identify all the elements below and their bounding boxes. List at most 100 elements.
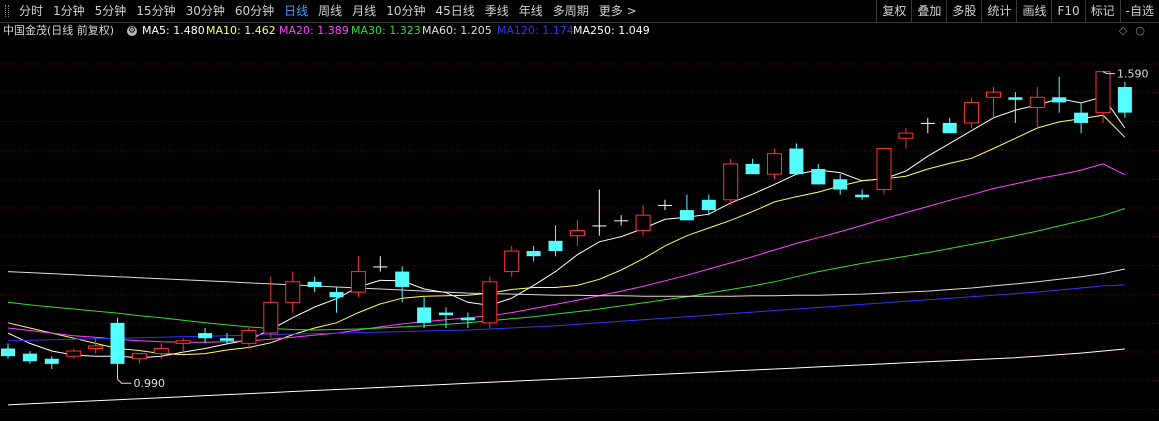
candle: [898, 128, 914, 149]
tab-period-13[interactable]: 多周期: [548, 0, 594, 22]
candle-body: [658, 204, 672, 206]
candle: [373, 256, 388, 272]
indicator-info-bar: 中国金茂(日线 前复权) ⚙ MA5: 1.480 MA10: 1.462 MA20…: [0, 23, 1159, 39]
tab-period-7[interactable]: 周线: [313, 0, 347, 22]
window-icons[interactable]: ◇○: [1119, 23, 1153, 39]
toolbar-grip-icon[interactable]: [0, 0, 14, 22]
candle-body: [526, 251, 541, 257]
ma-line-ma60: [7, 268, 1126, 297]
candle: [569, 220, 585, 246]
candle: [44, 356, 59, 369]
candle: [592, 189, 607, 236]
candle: [285, 271, 301, 313]
function-button-5[interactable]: F10: [1051, 0, 1084, 22]
function-button-7[interactable]: -自选: [1119, 0, 1159, 22]
tab-period-4[interactable]: 30分钟: [181, 0, 230, 22]
kline-chart[interactable]: 1.590 0.990: [0, 40, 1159, 421]
candle-body: [198, 333, 213, 339]
candle-body: [964, 101, 980, 124]
candle: [198, 327, 213, 344]
candle-body: [876, 148, 892, 191]
candle: [1008, 92, 1023, 123]
candle: [548, 225, 563, 257]
candle: [679, 194, 694, 221]
candle-body: [898, 132, 914, 139]
circle-icon[interactable]: ○: [1135, 24, 1153, 37]
stock-title: 中国金茂(日线 前复权): [3, 24, 115, 37]
candle-body: [220, 338, 234, 341]
candle-body: [263, 301, 279, 334]
tab-period-12[interactable]: 年线: [514, 0, 548, 22]
tab-period-8[interactable]: 月线: [347, 0, 381, 22]
function-button-6[interactable]: 标记: [1084, 0, 1120, 22]
candle: [350, 256, 366, 298]
diamond-icon[interactable]: ◇: [1119, 24, 1135, 37]
function-button-4[interactable]: 画线: [1016, 0, 1051, 22]
candle-body: [66, 350, 82, 357]
tab-period-0[interactable]: 分时: [14, 0, 48, 22]
candle-body: [833, 179, 848, 190]
ma-line-ma30: [7, 208, 1126, 331]
candle: [723, 158, 739, 205]
tab-period-9[interactable]: 10分钟: [381, 0, 430, 22]
candle-body: [811, 169, 826, 185]
candle-body: [460, 317, 475, 321]
indicator-settings-icon[interactable]: ⚙: [127, 26, 137, 36]
candle: [811, 163, 826, 185]
tab-period-2[interactable]: 5分钟: [90, 0, 132, 22]
candle-body: [745, 163, 760, 175]
candle-body: [986, 91, 1001, 98]
candle-body: [417, 307, 432, 323]
ma-line-ma20: [7, 163, 1126, 343]
candle: [1095, 71, 1111, 123]
function-button-2[interactable]: 多股: [946, 0, 981, 22]
candle: [833, 174, 848, 195]
candle: [482, 276, 498, 328]
tab-period-1[interactable]: 1分钟: [48, 0, 90, 22]
tab-period-5[interactable]: 60分钟: [230, 0, 279, 22]
candle: [920, 117, 935, 134]
candle-body: [592, 225, 607, 227]
ma-label-0: MA5: 1.480: [142, 24, 205, 37]
candle-body: [110, 322, 125, 364]
candle: [504, 245, 520, 277]
ma-line-ma10: [7, 114, 1126, 356]
candle-body: [88, 345, 104, 349]
candle-body: [1095, 71, 1111, 114]
ma-label-1: MA10: 1.462: [206, 24, 276, 37]
candle: [1, 343, 15, 359]
candle-body: [723, 163, 739, 201]
candle-body: [22, 353, 37, 362]
function-button-1[interactable]: 叠加: [911, 0, 946, 22]
tab-period-11[interactable]: 季线: [480, 0, 514, 22]
candle: [241, 327, 257, 349]
candle: [658, 199, 672, 211]
candle: [88, 338, 104, 354]
tab-period-14[interactable]: 更多 >: [594, 0, 642, 22]
candle: [942, 117, 957, 134]
candle-body: [1, 348, 15, 357]
candle-body: [1117, 87, 1132, 113]
candle-body: [241, 330, 257, 344]
function-button-3[interactable]: 统计: [981, 0, 1016, 22]
tab-period-3[interactable]: 15分钟: [131, 0, 180, 22]
candle-body: [855, 194, 870, 198]
candle: [789, 143, 804, 175]
candle: [395, 266, 410, 303]
candle-body: [307, 281, 322, 287]
candle: [22, 351, 37, 364]
candle-body: [548, 240, 563, 252]
function-button-0[interactable]: 复权: [876, 0, 911, 22]
candle: [460, 312, 475, 328]
candle: [964, 97, 980, 129]
candle-body: [569, 230, 585, 237]
candle-body: [395, 271, 410, 287]
candle: [855, 189, 870, 200]
high-price-label: 1.590: [1117, 68, 1149, 81]
candle-body: [153, 347, 169, 355]
period-tabs: 分时 1分钟 5分钟 15分钟 30分钟 60分钟 日线 周线 月线 10分钟 45日线 季线 年线 多周…: [0, 0, 642, 22]
candle-body: [1008, 97, 1023, 100]
candle-body: [767, 153, 782, 175]
tab-period-6[interactable]: 日线: [279, 0, 313, 22]
tab-period-10[interactable]: 45日线: [430, 0, 479, 22]
